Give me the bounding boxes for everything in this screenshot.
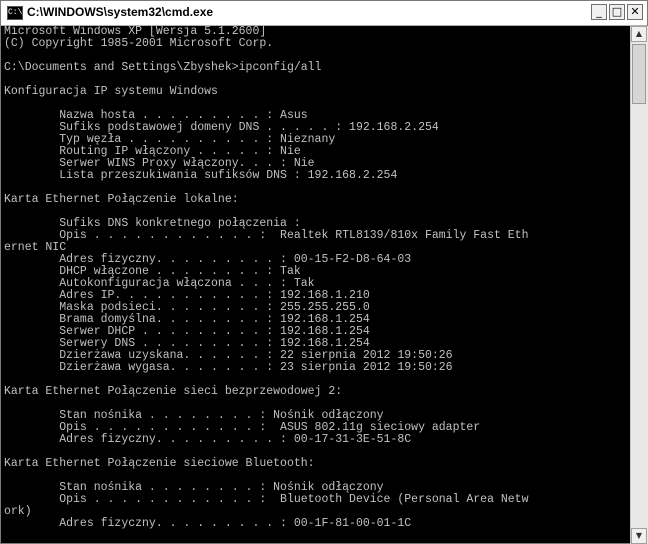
title-bar[interactable]: C:\ C:\WINDOWS\system32\cmd.exe _ □ ✕: [1, 1, 647, 26]
console-line: Lista przeszukiwania sufiksów DNS : 192.…: [4, 169, 398, 182]
console-line: Karta Ethernet Połączenie lokalne:: [4, 193, 239, 206]
close-button[interactable]: ✕: [627, 4, 643, 20]
console-output[interactable]: Microsoft Windows XP [Wersja 5.1.2600] (C…: [4, 26, 628, 544]
vertical-scrollbar[interactable]: ▲ ▼: [630, 26, 648, 544]
minimize-button[interactable]: _: [591, 4, 607, 20]
window-title: C:\WINDOWS\system32\cmd.exe: [27, 5, 214, 19]
console-line: Karta Ethernet Połączenie sieciowe Bluet…: [4, 457, 315, 470]
console-line: (C) Copyright 1985-2001 Microsoft Corp.: [4, 37, 274, 50]
console-line: Opis . . . . . . . . . . . . : Bluetooth…: [4, 493, 529, 506]
scroll-thumb[interactable]: [632, 44, 646, 104]
console-line: C:\Documents and Settings\Zbyshek>ipconf…: [4, 61, 322, 74]
console-line: Dzierżawa wygasa. . . . . . . : 23 sierp…: [4, 361, 453, 374]
console-line: Konfiguracja IP systemu Windows: [4, 85, 218, 98]
console-line: Opis . . . . . . . . . . . . : Realtek R…: [4, 229, 529, 242]
maximize-button[interactable]: □: [609, 4, 625, 20]
console-line: Adres fizyczny. . . . . . . . . : 00-1F-…: [4, 517, 412, 530]
cmd-window: C:\ C:\WINDOWS\system32\cmd.exe _ □ ✕ Mi…: [0, 0, 648, 544]
console-line: Karta Ethernet Połączenie sieci bezprzew…: [4, 385, 343, 398]
cmd-icon[interactable]: C:\: [7, 6, 23, 20]
scroll-up-icon[interactable]: ▲: [631, 26, 647, 42]
scroll-down-icon[interactable]: ▼: [631, 528, 647, 544]
console-line: Adres fizyczny. . . . . . . . . : 00-17-…: [4, 433, 412, 446]
